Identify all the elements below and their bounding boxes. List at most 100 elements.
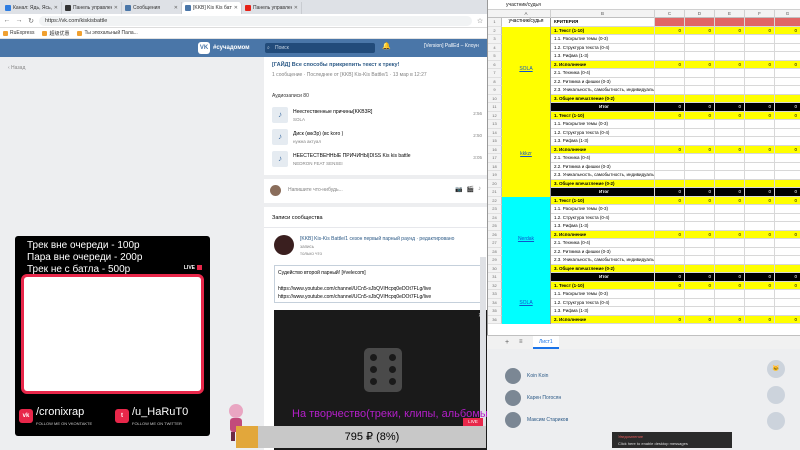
formula-bar[interactable]: участник/судья: [488, 0, 800, 10]
score-cell[interactable]: [775, 154, 800, 163]
score-cell[interactable]: 0: [715, 26, 745, 35]
browser-tab[interactable]: [KKB] Kis Kis баттл из второго...✕: [182, 2, 242, 14]
score-cell[interactable]: [715, 298, 745, 307]
score-cell[interactable]: [715, 179, 745, 188]
score-cell[interactable]: [745, 239, 775, 248]
row-number[interactable]: 23: [488, 205, 502, 214]
score-cell[interactable]: [655, 43, 685, 52]
post-edit-textarea[interactable]: Судейство второй парный! [#velecom] http…: [274, 265, 484, 303]
row-number[interactable]: 5: [488, 52, 502, 61]
criteria-cell[interactable]: 2.3. Уникальность, самобытность, индивид…: [551, 256, 655, 265]
criteria-cell[interactable]: 2.1. Техника (0-4): [551, 239, 655, 248]
score-cell[interactable]: [685, 171, 715, 180]
score-cell[interactable]: [775, 264, 800, 273]
score-cell[interactable]: [685, 86, 715, 95]
row-number[interactable]: 9: [488, 86, 502, 95]
score-cell[interactable]: 0: [745, 145, 775, 154]
score-cell[interactable]: [685, 18, 715, 27]
score-cell[interactable]: 0: [715, 188, 745, 197]
score-cell[interactable]: 0: [685, 145, 715, 154]
score-cell[interactable]: [775, 256, 800, 265]
score-cell[interactable]: [655, 264, 685, 273]
score-cell[interactable]: 0: [745, 281, 775, 290]
score-cell[interactable]: [655, 128, 685, 137]
column-letter[interactable]: A: [502, 10, 551, 18]
row-number[interactable]: 16: [488, 145, 502, 154]
row-number[interactable]: 33: [488, 290, 502, 299]
score-cell[interactable]: 0: [775, 26, 800, 35]
score-cell[interactable]: [775, 128, 800, 137]
row-number[interactable]: 14: [488, 128, 502, 137]
score-cell[interactable]: 0: [715, 60, 745, 69]
score-cell[interactable]: [715, 43, 745, 52]
score-cell[interactable]: 0: [715, 315, 745, 324]
criteria-cell[interactable]: 3. Общее впечатление (0-2): [551, 264, 655, 273]
score-cell[interactable]: [655, 162, 685, 171]
row-number[interactable]: 22: [488, 196, 502, 205]
score-cell[interactable]: [685, 205, 715, 214]
participant-cell[interactable]: SOLA: [502, 26, 551, 112]
score-cell[interactable]: [715, 69, 745, 78]
participant-cell[interactable]: SOLA: [502, 281, 551, 324]
score-cell[interactable]: [745, 179, 775, 188]
criteria-cell[interactable]: 2.2. Ритмика и фишки (0-3): [551, 247, 655, 256]
score-cell[interactable]: 0: [775, 188, 800, 197]
row-number[interactable]: 17: [488, 154, 502, 163]
audio-heading[interactable]: Аудиозаписи 80: [272, 93, 309, 99]
score-cell[interactable]: 0: [775, 196, 800, 205]
score-cell[interactable]: 0: [655, 196, 685, 205]
criteria-cell[interactable]: 1. Текст (1-10): [551, 111, 655, 120]
score-cell[interactable]: 0: [655, 103, 685, 112]
score-cell[interactable]: [775, 239, 800, 248]
row-number[interactable]: 13: [488, 120, 502, 129]
score-cell[interactable]: [715, 213, 745, 222]
column-letter[interactable]: F: [745, 10, 775, 18]
play-note-icon[interactable]: ♪: [272, 107, 288, 123]
score-cell[interactable]: 0: [775, 230, 800, 239]
close-icon[interactable]: ✕: [294, 2, 298, 14]
score-cell[interactable]: [745, 154, 775, 163]
score-cell[interactable]: [715, 86, 745, 95]
score-cell[interactable]: [655, 120, 685, 129]
score-cell[interactable]: 0: [655, 315, 685, 324]
score-cell[interactable]: [715, 239, 745, 248]
score-cell[interactable]: 0: [685, 111, 715, 120]
score-cell[interactable]: 0: [775, 60, 800, 69]
row-number[interactable]: 24: [488, 213, 502, 222]
criteria-cell[interactable]: 1.2. Структура текста (0-4): [551, 43, 655, 52]
post-author[interactable]: [KKB] Kis-Kis Battle/1 сезон первый парн…: [300, 236, 454, 242]
row-number[interactable]: 31: [488, 273, 502, 282]
score-cell[interactable]: [685, 35, 715, 44]
score-cell[interactable]: [715, 154, 745, 163]
bookmark-item[interactable]: Ты эпохальный Пала...: [77, 30, 138, 36]
score-cell[interactable]: [715, 94, 745, 103]
score-cell[interactable]: [715, 205, 745, 214]
close-icon[interactable]: ✕: [234, 2, 238, 14]
criteria-cell[interactable]: 2.1. Техника (0-4): [551, 69, 655, 78]
score-cell[interactable]: 0: [745, 103, 775, 112]
criteria-cell[interactable]: 1.3. Рифма (1-3): [551, 307, 655, 316]
score-cell[interactable]: 0: [745, 196, 775, 205]
row-number[interactable]: 3: [488, 35, 502, 44]
row-number[interactable]: 27: [488, 239, 502, 248]
score-cell[interactable]: [655, 247, 685, 256]
criteria-cell[interactable]: 1.2. Структура текста (0-4): [551, 298, 655, 307]
row-number[interactable]: 10: [488, 94, 502, 103]
criteria-cell[interactable]: 1.3. Рифма (1-3): [551, 222, 655, 231]
forward-arrow-icon[interactable]: →: [15, 17, 23, 24]
criteria-cell[interactable]: 1. Текст (1-10): [551, 26, 655, 35]
music-icon[interactable]: ♪: [478, 186, 481, 193]
criteria-cell[interactable]: 1.1. Раскрытие темы (0-3): [551, 120, 655, 129]
score-cell[interactable]: [775, 213, 800, 222]
criteria-cell[interactable]: 2. Исполнение: [551, 60, 655, 69]
row-number[interactable]: 34: [488, 298, 502, 307]
score-cell[interactable]: 0: [775, 273, 800, 282]
row-number[interactable]: 26: [488, 230, 502, 239]
score-cell[interactable]: [715, 120, 745, 129]
score-cell[interactable]: [655, 256, 685, 265]
score-cell[interactable]: [715, 77, 745, 86]
criteria-cell[interactable]: 1.2. Структура текста (0-4): [551, 213, 655, 222]
score-cell[interactable]: [655, 222, 685, 231]
star-icon[interactable]: ☆: [476, 17, 484, 25]
score-cell[interactable]: [775, 120, 800, 129]
